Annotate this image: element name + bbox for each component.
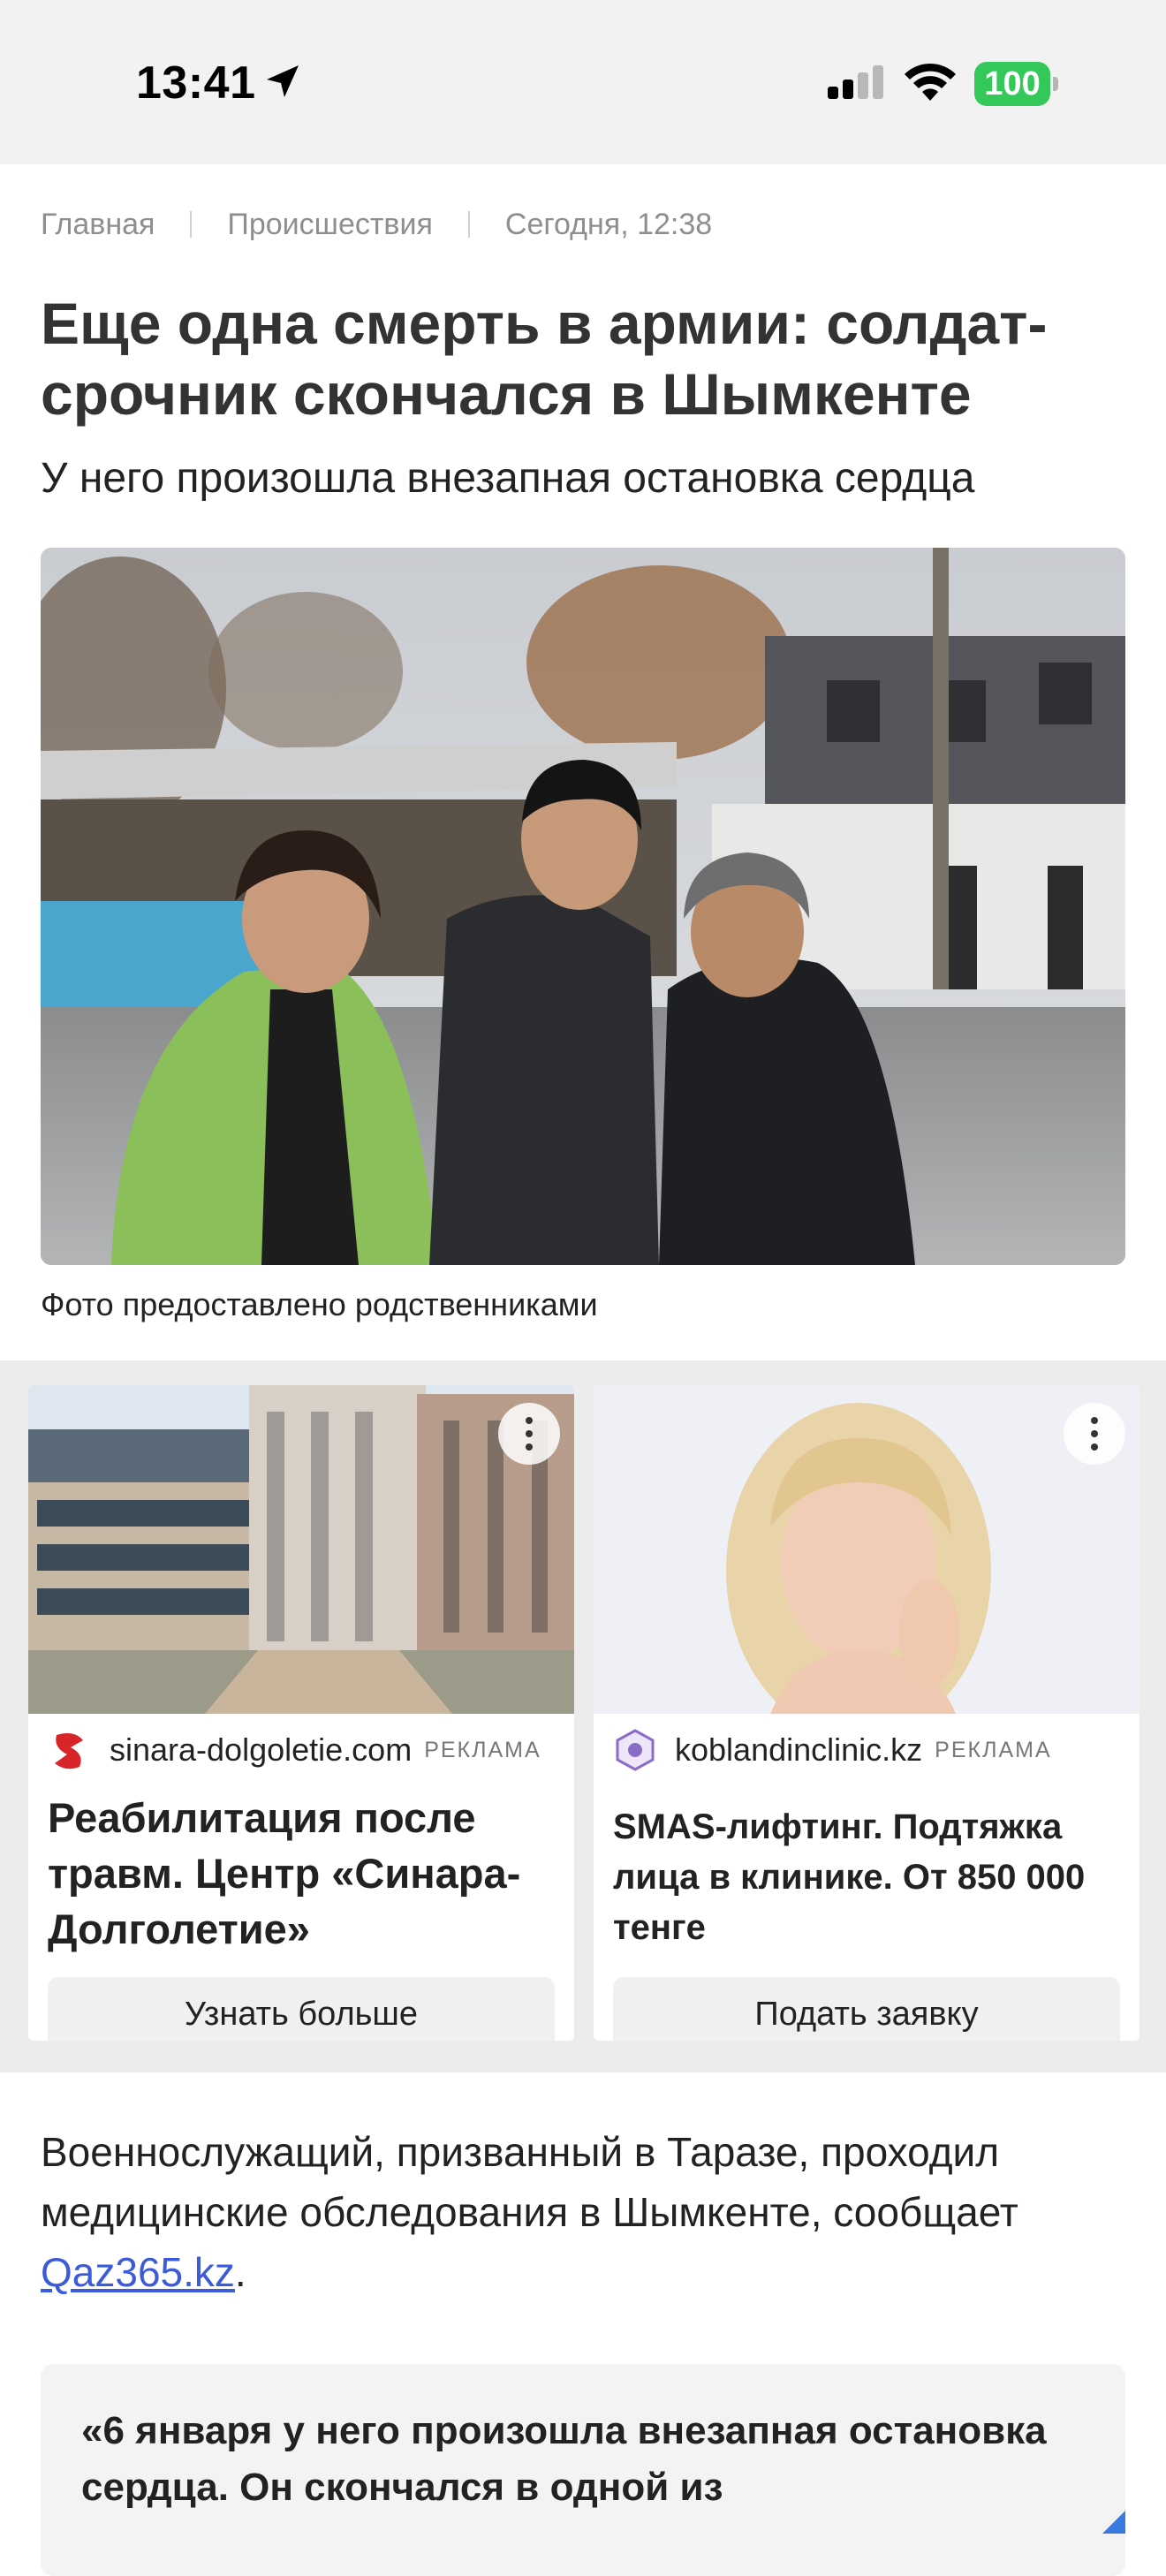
- ad-source[interactable]: koblandinclinic.kz РЕКЛАМА: [613, 1728, 1134, 1772]
- ad-domain: koblandinclinic.kz: [675, 1731, 923, 1768]
- wifi-icon: [905, 63, 956, 101]
- quote-corner-icon: [1102, 2511, 1125, 2534]
- ad-card-clinic[interactable]: koblandinclinic.kz РЕКЛАМА SMAS-лифтинг.…: [594, 1385, 1140, 2041]
- status-time: 13:41: [136, 57, 256, 109]
- ad-source[interactable]: sinara-dolgoletie.com РЕКЛАМА: [48, 1728, 569, 1772]
- breadcrumb-divider: [190, 211, 193, 238]
- ad-image-woman[interactable]: [594, 1385, 1140, 1714]
- article-date: Сегодня, 12:38: [504, 207, 713, 241]
- source-link[interactable]: Qaz365.kz: [41, 2249, 235, 2295]
- article-subtitle: У него произошла внезапная остановка сер…: [41, 455, 975, 502]
- sinara-logo-icon: [55, 1733, 83, 1769]
- article-title: Еще одна смерть в армии: солдат-срочник …: [41, 291, 1048, 427]
- breadcrumb: Главная Происшествия Сегодня, 12:38: [41, 205, 712, 244]
- article-quote: «6 января у него произошла внезапная ост…: [41, 2364, 1125, 2576]
- ad-headline[interactable]: Реабилитация после травм. Центр «Синара-…: [48, 1790, 560, 1957]
- battery-level: 100: [984, 65, 1041, 102]
- paragraph-text: Военнослужащий, призванный в Таразе, про…: [41, 2129, 1018, 2235]
- paragraph-end: .: [234, 2249, 246, 2295]
- article-paragraph: Военнослужащий, призванный в Таразе, про…: [41, 2122, 1136, 2302]
- location-arrow-icon: [267, 65, 299, 97]
- cellular-signal-icon: [828, 65, 883, 99]
- ad-block: sinara-dolgoletie.com РЕКЛАМА Реабилитац…: [0, 1360, 1166, 2072]
- quote-text: «6 января у него произошла внезапная ост…: [81, 2409, 1047, 2509]
- ad-headline[interactable]: SMAS-лифтинг. Подтяжка лица в клинике. О…: [613, 1802, 1125, 1953]
- learn-more-button[interactable]: Узнать больше: [48, 1977, 555, 2041]
- breadcrumb-divider: [467, 211, 470, 238]
- breadcrumb-section-link[interactable]: Происшествия: [227, 208, 432, 242]
- submit-application-button[interactable]: Подать заявку: [613, 1977, 1120, 2041]
- status-bar: 13:41 100: [0, 0, 1166, 164]
- ad-image-building[interactable]: [28, 1385, 574, 1714]
- breadcrumb-home-link[interactable]: Главная: [41, 208, 155, 242]
- clinic-logo-icon: [616, 1729, 655, 1771]
- ad-card-rehab[interactable]: sinara-dolgoletie.com РЕКЛАМА Реабилитац…: [28, 1385, 574, 2041]
- battery-icon: 100: [974, 62, 1059, 106]
- ad-label: РЕКЛАМА: [935, 1737, 1052, 1762]
- article-photo[interactable]: [41, 548, 1125, 1265]
- ad-domain: sinara-dolgoletie.com: [110, 1731, 413, 1768]
- ad-label: РЕКЛАМА: [424, 1737, 541, 1762]
- photo-caption: Фото предоставлено родственниками: [41, 1286, 598, 1322]
- ad-menu-icon[interactable]: [1064, 1403, 1125, 1465]
- ad-menu-icon[interactable]: [498, 1403, 560, 1465]
